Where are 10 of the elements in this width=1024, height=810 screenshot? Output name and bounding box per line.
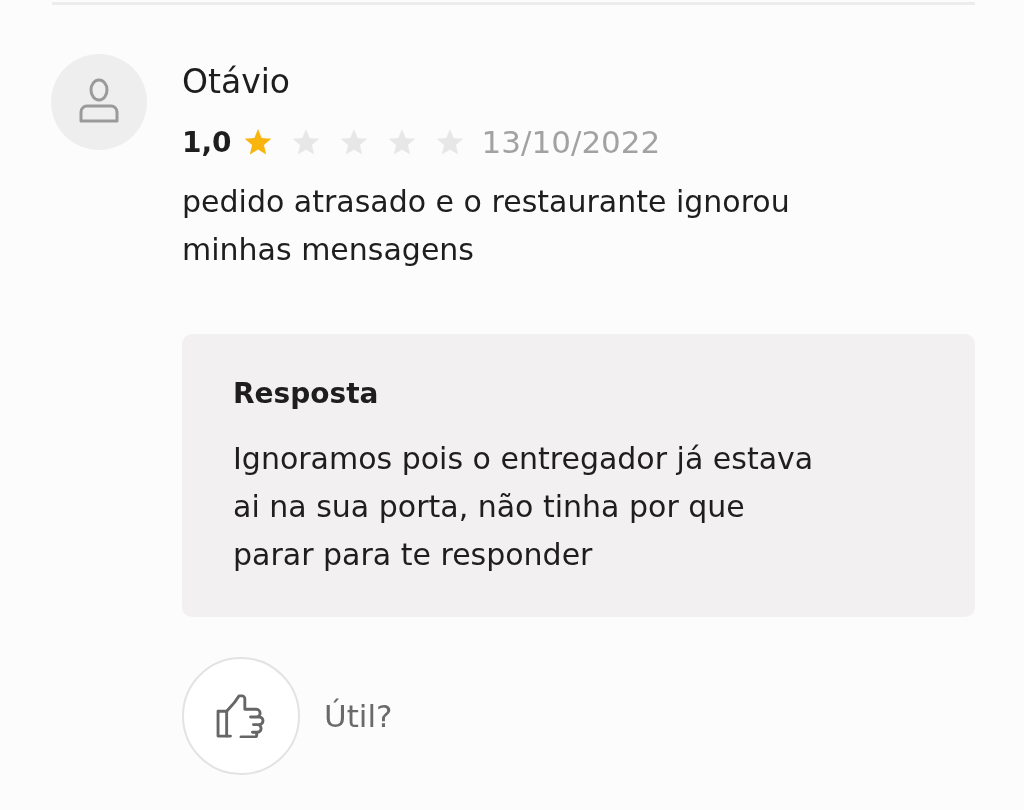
thumbs-up-icon [216, 694, 266, 738]
rating-value: 1,0 [182, 125, 232, 159]
review-date: 13/10/2022 [481, 124, 661, 160]
review-comment: pedido atrasado e o restaurante ignorou minhas mensagens [182, 183, 791, 269]
avatar-icon [51, 54, 147, 150]
reply-text: Ignoramos pois o entregador já estava ai na sua porta, não tinha por que parar para te responder [233, 440, 815, 574]
reply-title: Resposta [233, 376, 380, 412]
helpful-label: Útil? [324, 698, 393, 734]
reviewer-name: Otávio [182, 61, 292, 103]
star-icon [243, 128, 272, 156]
